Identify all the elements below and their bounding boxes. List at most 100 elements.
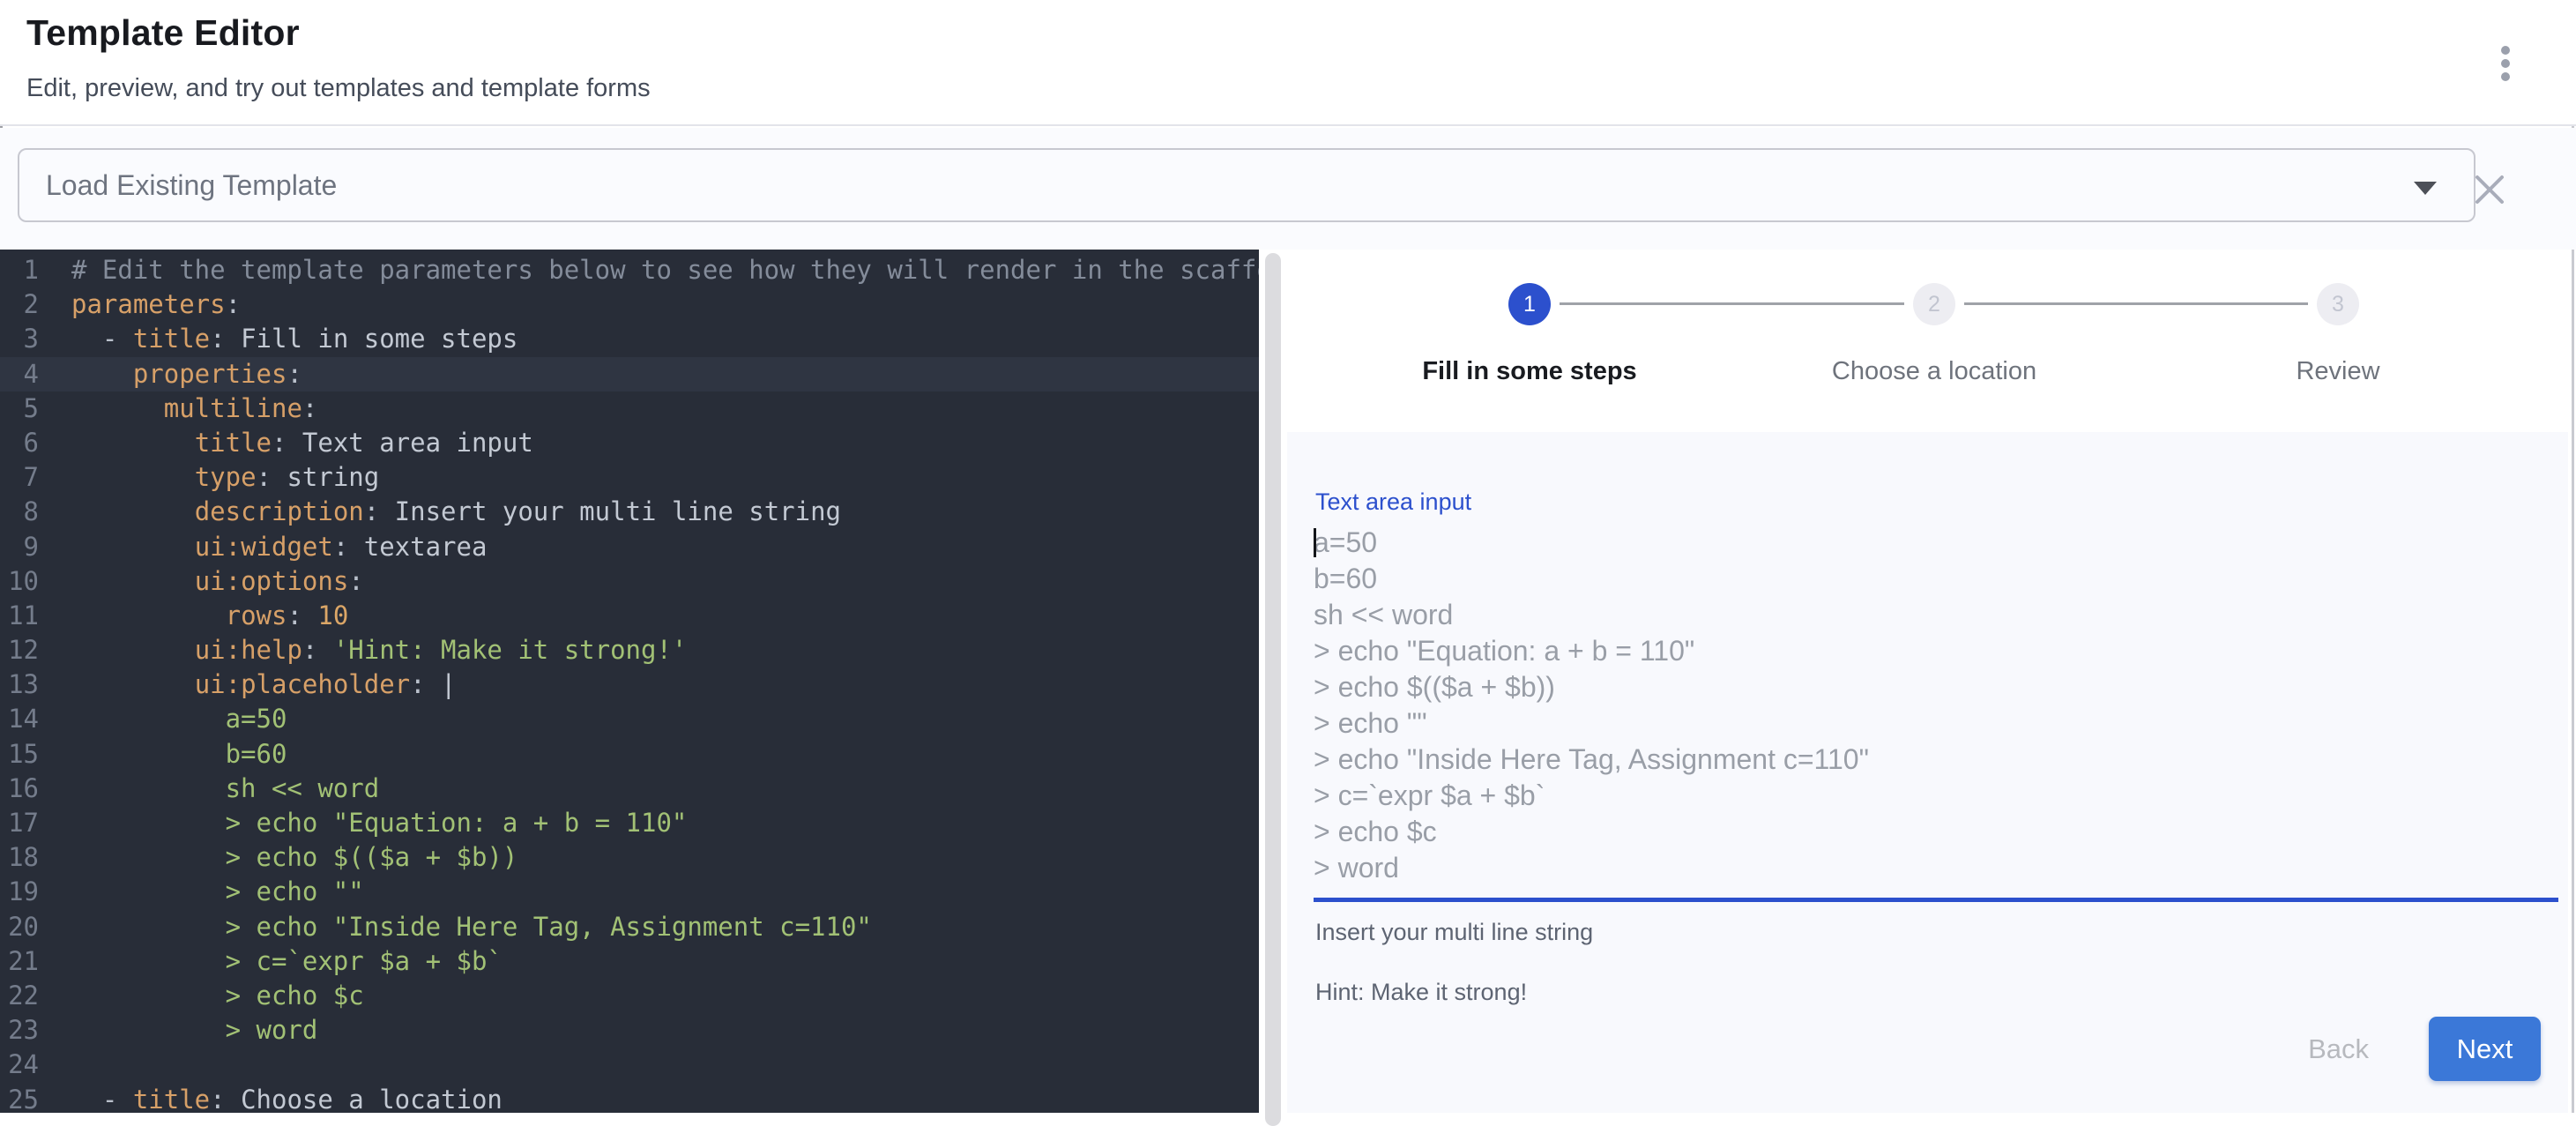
form-step-panel: Text area input a=50b=60sh << word> echo…: [1287, 432, 2568, 1113]
load-template-placeholder: Load Existing Template: [46, 169, 337, 202]
code-line[interactable]: 1# Edit the template parameters below to…: [0, 253, 1259, 287]
line-number: 11: [0, 599, 39, 633]
step-label-3: Review: [2153, 357, 2523, 386]
line-number: 5: [0, 391, 39, 426]
yaml-code-editor[interactable]: 1# Edit the template parameters below to…: [0, 250, 1259, 1113]
code-line[interactable]: 24: [0, 1048, 1259, 1082]
code-text: ui:help: 'Hint: Make it strong!': [39, 633, 687, 667]
textarea-placeholder-line: > echo $c: [1314, 814, 2558, 850]
page-header: Template Editor Edit, preview, and try o…: [0, 0, 2576, 126]
code-line[interactable]: 11 rows: 10: [0, 599, 1259, 633]
caret-down-icon[interactable]: [2414, 182, 2437, 195]
editor-scrollbar-thumb[interactable]: [1265, 253, 1281, 1126]
code-text: > word: [39, 1013, 317, 1048]
line-number: 6: [0, 426, 39, 460]
more-vert-icon[interactable]: [2483, 41, 2528, 86]
wizard-stepper: 1Fill in some steps2Choose a location3Re…: [1289, 250, 2568, 430]
code-line[interactable]: 5 multiline:: [0, 391, 1259, 426]
line-number: 10: [0, 564, 39, 599]
clear-template-button[interactable]: [2467, 167, 2513, 213]
wizard-actions: Back Next: [2292, 1017, 2541, 1081]
code-line[interactable]: 21 > c=`expr $a + $b`: [0, 944, 1259, 979]
code-line[interactable]: 8 description: Insert your multi line st…: [0, 495, 1259, 529]
field-help-text: Hint: Make it strong!: [1315, 979, 1527, 1006]
textarea-placeholder-line: > echo "": [1314, 705, 2558, 742]
code-line[interactable]: 25 - title: Choose a location: [0, 1083, 1259, 1114]
form-preview-pane: 1Fill in some steps2Choose a location3Re…: [1289, 250, 2568, 1113]
code-line[interactable]: 17 > echo "Equation: a + b = 110": [0, 806, 1259, 840]
line-number: 17: [0, 806, 39, 840]
line-number: 25: [0, 1083, 39, 1114]
code-text: > echo "Equation: a + b = 110": [39, 806, 687, 840]
line-number: 24: [0, 1048, 39, 1082]
back-button[interactable]: Back: [2292, 1025, 2385, 1074]
line-number: 14: [0, 702, 39, 736]
field-description: Insert your multi line string: [1315, 919, 1593, 946]
textarea-focus-underline: [1314, 898, 2558, 902]
code-editor-lines: 1# Edit the template parameters below to…: [0, 253, 1259, 1113]
step-circle-3: 3: [2317, 283, 2359, 325]
code-text: # Edit the template parameters below to …: [39, 253, 1259, 287]
code-line[interactable]: 14 a=50: [0, 702, 1259, 736]
line-number: 23: [0, 1013, 39, 1048]
code-text: title: Text area input: [39, 426, 533, 460]
code-line[interactable]: 7 type: string: [0, 460, 1259, 495]
code-line[interactable]: 2parameters:: [0, 287, 1259, 322]
textarea-placeholder-line: > echo "Equation: a + b = 110": [1314, 633, 2558, 669]
line-number: 8: [0, 495, 39, 529]
editor-splitter-track: [1259, 250, 1289, 1113]
step-circle-1: 1: [1508, 283, 1551, 325]
textarea-placeholder-line: sh << word: [1314, 597, 2558, 633]
code-text: b=60: [39, 737, 287, 772]
textarea-placeholder-line: > echo "Inside Here Tag, Assignment c=11…: [1314, 742, 2558, 778]
code-text: ui:placeholder: |: [39, 667, 457, 702]
code-line[interactable]: 22 > echo $c: [0, 979, 1259, 1013]
code-text: > echo $c: [39, 979, 364, 1013]
textarea-placeholder-line: > echo $(($a + $b)): [1314, 669, 2558, 705]
next-button[interactable]: Next: [2429, 1017, 2541, 1081]
code-line[interactable]: 16 sh << word: [0, 772, 1259, 806]
line-number: 16: [0, 772, 39, 806]
code-line[interactable]: 6 title: Text area input: [0, 426, 1259, 460]
code-line[interactable]: 9 ui:widget: textarea: [0, 530, 1259, 564]
textarea-placeholder-line: a=50: [1314, 525, 2558, 561]
code-text: - title: Choose a location: [39, 1083, 503, 1114]
code-line[interactable]: 10 ui:options:: [0, 564, 1259, 599]
code-text: ui:widget: textarea: [39, 530, 487, 564]
code-text: multiline:: [39, 391, 317, 426]
multiline-textarea[interactable]: a=50b=60sh << word> echo "Equation: a + …: [1314, 525, 2558, 888]
text-cursor-caret: [1314, 528, 1316, 557]
textarea-placeholder-line: > word: [1314, 850, 2558, 886]
code-line[interactable]: 19 > echo "": [0, 875, 1259, 909]
load-template-select[interactable]: Load Existing Template: [18, 148, 2475, 222]
line-number: 4: [0, 357, 39, 391]
code-line[interactable]: 18 > echo $(($a + $b)): [0, 840, 1259, 875]
line-number: 1: [0, 253, 39, 287]
code-text: rows: 10: [39, 599, 348, 633]
code-line[interactable]: 15 b=60: [0, 737, 1259, 772]
code-text: > c=`expr $a + $b`: [39, 944, 503, 979]
template-editor-app: Template Editor Edit, preview, and try o…: [0, 0, 2576, 1113]
code-line[interactable]: 20 > echo "Inside Here Tag, Assignment c…: [0, 910, 1259, 944]
code-text: > echo "": [39, 875, 364, 909]
code-text: sh << word: [39, 772, 379, 806]
line-number: 20: [0, 910, 39, 944]
code-line[interactable]: 3 - title: Fill in some steps: [0, 322, 1259, 356]
code-line[interactable]: 23 > word: [0, 1013, 1259, 1048]
page-title: Template Editor: [26, 12, 300, 54]
code-line[interactable]: 12 ui:help: 'Hint: Make it strong!': [0, 633, 1259, 667]
code-text: properties:: [39, 357, 302, 391]
step-connector: [1964, 302, 2308, 305]
textarea-placeholder-line: b=60: [1314, 561, 2558, 597]
code-line[interactable]: 13 ui:placeholder: |: [0, 667, 1259, 702]
code-line[interactable]: 4 properties:: [0, 357, 1259, 391]
step-circle-2: 2: [1913, 283, 1955, 325]
line-number: 13: [0, 667, 39, 702]
line-number: 3: [0, 322, 39, 356]
close-icon: [2473, 173, 2506, 206]
code-text: description: Insert your multi line stri…: [39, 495, 841, 529]
code-text: > echo "Inside Here Tag, Assignment c=11…: [39, 910, 872, 944]
line-number: 22: [0, 979, 39, 1013]
page-subtitle: Edit, preview, and try out templates and…: [26, 74, 651, 103]
line-number: 15: [0, 737, 39, 772]
